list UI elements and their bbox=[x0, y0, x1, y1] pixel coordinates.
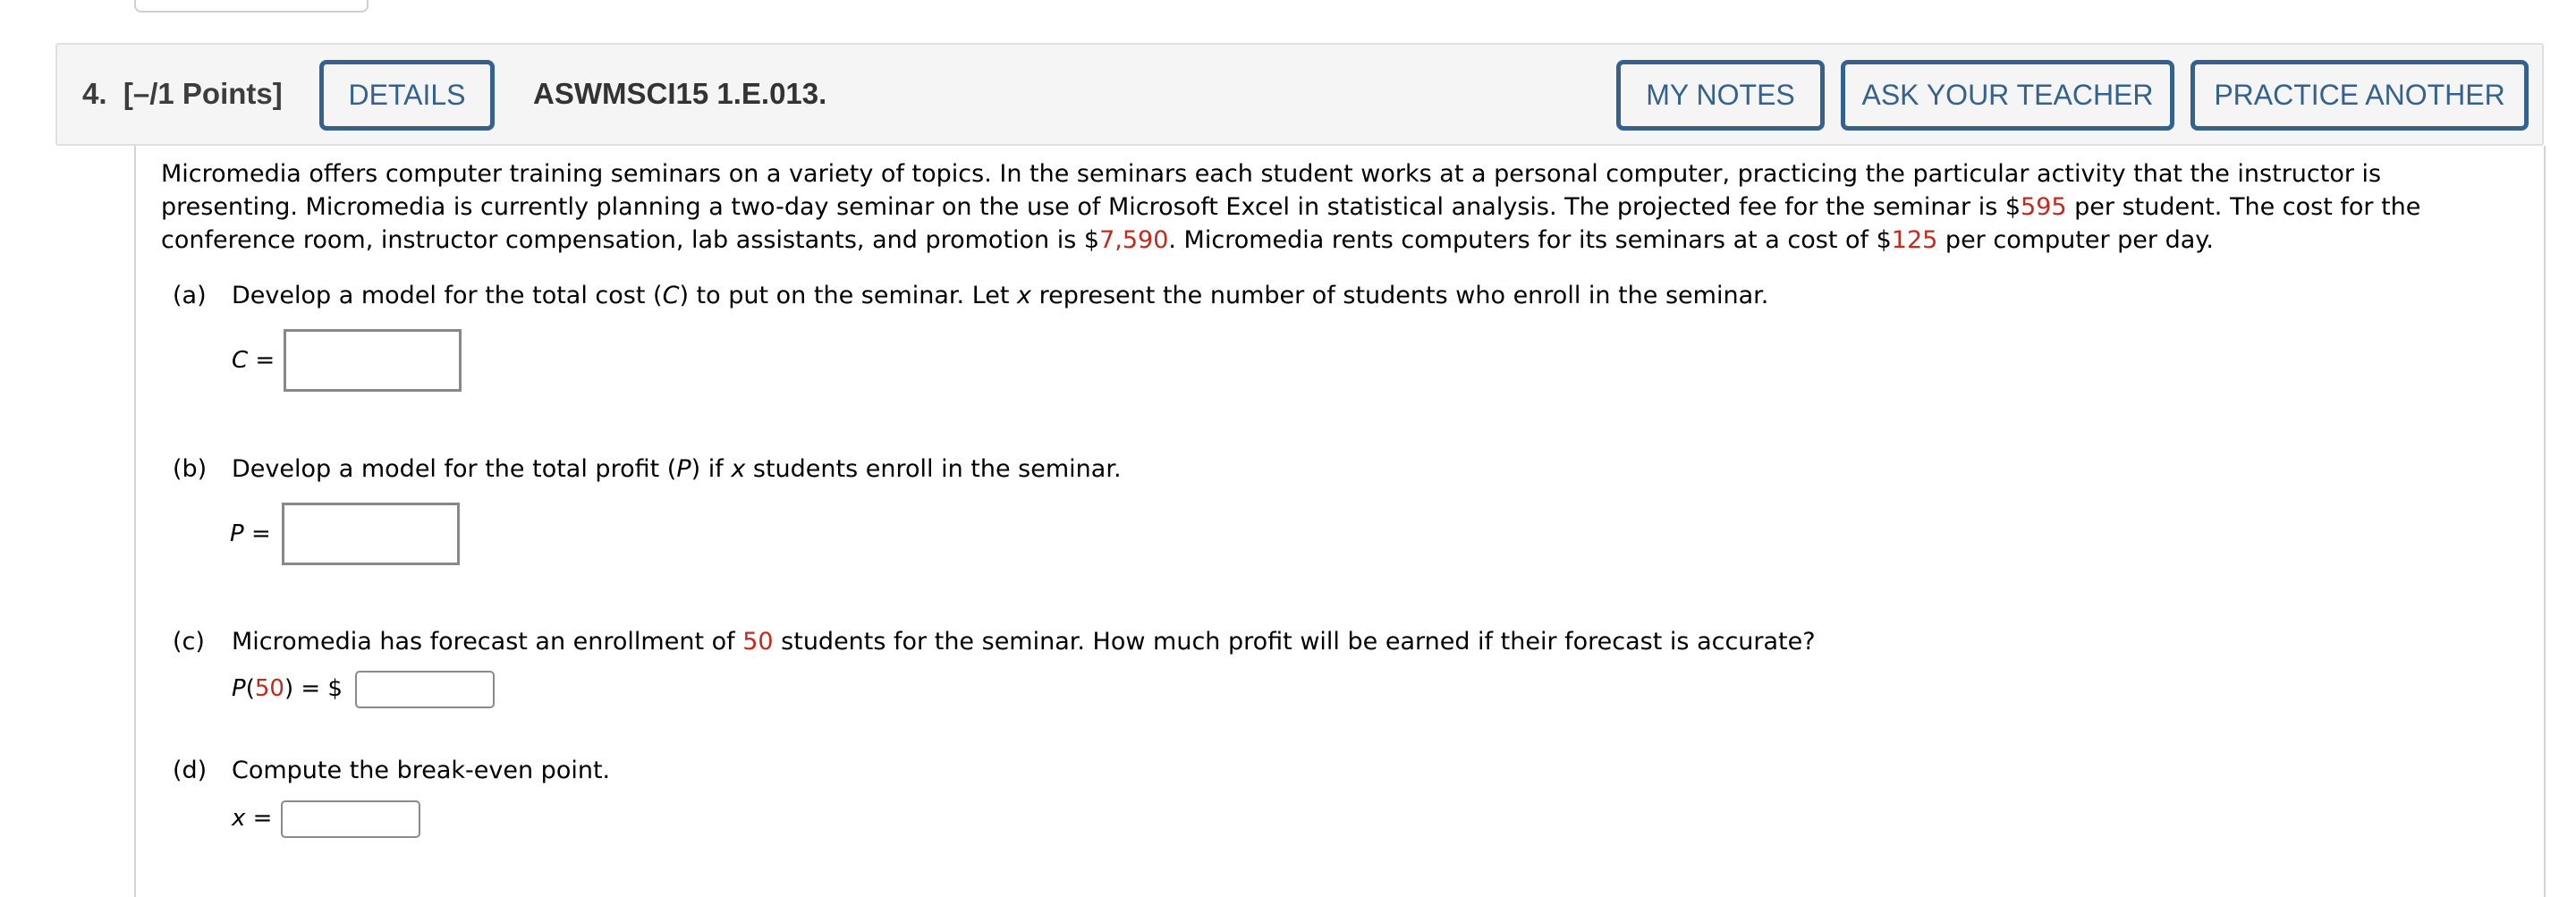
prompt-text: Micromedia has forecast an enrollment of bbox=[232, 628, 743, 656]
prompt-text: ) to put on the seminar. Let bbox=[679, 282, 1018, 309]
eq-argument: 50 bbox=[254, 675, 284, 702]
forecast-profit-input[interactable] bbox=[355, 671, 495, 708]
part-b-label: (b) bbox=[173, 455, 208, 483]
previous-question-stub bbox=[134, 0, 369, 13]
part-a-label: (a) bbox=[173, 282, 207, 309]
eq-sign: ) = $ bbox=[284, 675, 343, 702]
cost-model-input[interactable] bbox=[284, 329, 462, 392]
variable-x: x bbox=[731, 455, 746, 483]
eq-sign: = bbox=[248, 347, 275, 374]
question-number: 4. bbox=[82, 77, 107, 110]
part-c-equation-label: P(50) = $ bbox=[232, 673, 343, 705]
eq-variable: P bbox=[230, 520, 244, 547]
part-c-prompt: (c) Micromedia has forecast an enrollment… bbox=[173, 626, 1816, 658]
computer-cost-value: 125 bbox=[1891, 226, 1938, 254]
part-b-equation-label: P = bbox=[230, 518, 271, 550]
variable-x: x bbox=[1017, 282, 1032, 309]
intro-text: per computer per day. bbox=[1937, 226, 2214, 254]
part-b-prompt: (b) Develop a model for the total profit … bbox=[173, 453, 1122, 486]
seminar-fee-value: 595 bbox=[2021, 193, 2067, 221]
intro-text: . Micromedia rents computers for its sem… bbox=[1168, 226, 1892, 254]
prompt-text: students enroll in the seminar. bbox=[745, 455, 1122, 483]
part-a-prompt: (a) Develop a model for the total cost (C… bbox=[173, 280, 1768, 312]
prompt-text: Compute the break-even point. bbox=[232, 757, 611, 784]
break-even-input[interactable] bbox=[281, 800, 420, 838]
eq-variable: P bbox=[232, 675, 246, 702]
question-number-points: 4. [–/1 Points] bbox=[82, 77, 283, 111]
part-d-label: (d) bbox=[173, 757, 208, 784]
eq-paren: ( bbox=[245, 675, 255, 702]
part-d-equation-label: x = bbox=[232, 802, 272, 834]
points-label: [–/1 Points] bbox=[123, 77, 283, 110]
ask-your-teacher-button[interactable]: ASK YOUR TEACHER bbox=[1841, 60, 2174, 131]
question-code: ASWMSCI15 1.E.013. bbox=[533, 77, 827, 110]
prompt-text: ) if bbox=[691, 455, 732, 483]
part-c-label: (c) bbox=[173, 628, 205, 656]
prompt-text: students for the seminar. How much profi… bbox=[773, 628, 1816, 656]
prompt-text: Develop a model for the total profit ( bbox=[232, 455, 677, 483]
part-d-prompt: (d) Compute the break-even point. bbox=[173, 755, 610, 787]
problem-statement: Micromedia offers computer training semi… bbox=[161, 157, 2522, 257]
part-a-equation-label: C = bbox=[232, 344, 275, 377]
eq-variable: C bbox=[232, 347, 249, 374]
practice-another-button[interactable]: PRACTICE ANOTHER bbox=[2190, 60, 2529, 131]
my-notes-button[interactable]: MY NOTES bbox=[1616, 60, 1825, 131]
eq-sign: = bbox=[243, 520, 271, 547]
forecast-enrollment-value: 50 bbox=[742, 628, 774, 656]
details-button[interactable]: DETAILS bbox=[319, 60, 495, 131]
prompt-text: represent the number of students who enr… bbox=[1031, 282, 1769, 309]
prompt-text: Develop a model for the total cost ( bbox=[232, 282, 663, 309]
variable-c: C bbox=[662, 282, 680, 309]
fixed-cost-value: 7,590 bbox=[1099, 226, 1169, 254]
eq-variable: x bbox=[232, 805, 246, 832]
variable-p: P bbox=[676, 455, 691, 483]
profit-model-input[interactable] bbox=[282, 503, 460, 565]
eq-sign: = bbox=[245, 805, 273, 832]
